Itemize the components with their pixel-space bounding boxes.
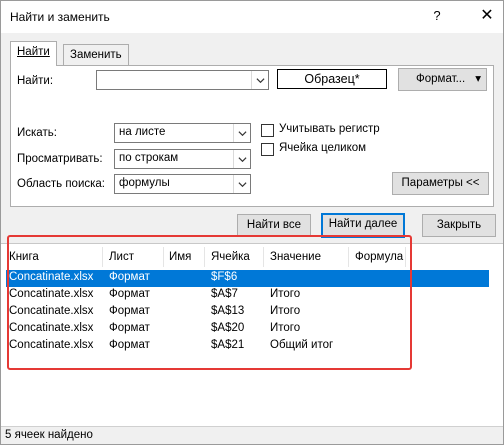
tab-find[interactable]: Найти	[10, 41, 57, 66]
table-row[interactable]: Concatinate.xlsx Формат $A$13 Итого	[6, 304, 489, 321]
find-all-label: Найти все	[246, 219, 302, 231]
entire-cell-checkbox[interactable]	[261, 143, 274, 156]
column-divider	[405, 247, 406, 267]
cell-address: $A$13	[211, 305, 245, 317]
cell-book: Concatinate.xlsx	[9, 339, 94, 351]
format-button[interactable]: Формат... ▾	[398, 68, 487, 91]
close-button-label: Закрыть	[436, 219, 482, 231]
table-row[interactable]: Concatinate.xlsx Формат $A$7 Итого	[6, 287, 489, 304]
cell-address: $F$6	[211, 271, 238, 283]
find-next-label: Найти далее	[328, 218, 398, 230]
chevron-down-icon[interactable]	[233, 175, 250, 193]
title-bar: Найти и заменить ? ✕	[1, 1, 503, 33]
column-divider	[163, 247, 164, 267]
cell-sheet: Формат	[109, 271, 150, 283]
chevron-down-icon[interactable]	[233, 150, 250, 168]
cell-book: Concatinate.xlsx	[9, 271, 94, 283]
column-header-book[interactable]: Книга	[9, 251, 39, 263]
dropdown-arrow-icon: ▾	[475, 73, 481, 85]
table-row[interactable]: Concatinate.xlsx Формат $A$20 Итого	[6, 321, 489, 338]
column-header-name[interactable]: Имя	[169, 251, 191, 263]
format-preview: Образец*	[277, 69, 387, 89]
cell-value: Итого	[270, 288, 301, 300]
find-all-button[interactable]: Найти все	[237, 214, 311, 237]
cell-value: Итого	[270, 322, 301, 334]
chevron-down-icon[interactable]	[233, 124, 250, 142]
help-icon[interactable]: ?	[428, 7, 446, 25]
close-button[interactable]: Закрыть	[422, 214, 496, 237]
cell-address: $A$20	[211, 322, 245, 334]
cell-sheet: Формат	[109, 288, 150, 300]
table-row[interactable]: Concatinate.xlsx Формат $A$21 Общий итог	[6, 338, 489, 355]
search-select[interactable]: по строкам	[114, 149, 251, 169]
cell-value: Итого	[270, 305, 301, 317]
chevron-down-icon[interactable]	[251, 71, 268, 89]
table-row-selected[interactable]: Concatinate.xlsx Формат $F$6	[6, 270, 489, 287]
tab-find-label: Найти	[17, 46, 50, 58]
within-select[interactable]: на листе	[114, 123, 251, 143]
status-bar: 5 ячеек найдено	[1, 426, 503, 444]
cell-address: $A$21	[211, 339, 245, 351]
cell-sheet: Формат	[109, 322, 150, 334]
tab-replace-label: Заменить	[70, 49, 122, 61]
find-replace-dialog: Найти и заменить ? ✕ Найти Заменить Найт…	[0, 0, 504, 445]
status-text: 5 ячеек найдено	[5, 429, 93, 441]
column-divider	[348, 247, 349, 267]
within-label: Искать:	[17, 127, 57, 139]
cell-address: $A$7	[211, 288, 238, 300]
look-in-select[interactable]: формулы	[114, 174, 251, 194]
column-header-value[interactable]: Значение	[270, 251, 321, 263]
search-value: по строкам	[119, 152, 179, 164]
match-case-checkbox[interactable]	[261, 124, 274, 137]
format-button-label: Формат...	[416, 73, 466, 85]
tab-replace[interactable]: Заменить	[63, 44, 129, 66]
entire-cell-label: Ячейка целиком	[279, 142, 367, 154]
find-input[interactable]	[96, 70, 269, 90]
cell-value: Общий итог	[270, 339, 334, 351]
close-icon[interactable]: ✕	[478, 7, 496, 25]
find-label: Найти:	[17, 75, 54, 87]
look-in-label: Область поиска:	[17, 178, 105, 190]
column-header-cell[interactable]: Ячейка	[211, 251, 250, 263]
within-value: на листе	[119, 126, 166, 138]
match-case-label: Учитывать регистр	[279, 123, 380, 135]
cell-book: Concatinate.xlsx	[9, 305, 94, 317]
options-button[interactable]: Параметры <<	[392, 172, 489, 195]
cell-sheet: Формат	[109, 339, 150, 351]
column-header-sheet[interactable]: Лист	[109, 251, 134, 263]
look-in-value: формулы	[119, 177, 170, 189]
search-label: Просматривать:	[17, 153, 103, 165]
column-header-formula[interactable]: Формула	[355, 251, 403, 263]
find-next-button[interactable]: Найти далее	[321, 213, 405, 238]
options-button-label: Параметры <<	[401, 177, 480, 189]
cell-book: Concatinate.xlsx	[9, 322, 94, 334]
cell-book: Concatinate.xlsx	[9, 288, 94, 300]
cell-sheet: Формат	[109, 305, 150, 317]
column-divider	[263, 247, 264, 267]
column-divider	[102, 247, 103, 267]
window-title: Найти и заменить	[10, 10, 110, 24]
column-divider	[204, 247, 205, 267]
